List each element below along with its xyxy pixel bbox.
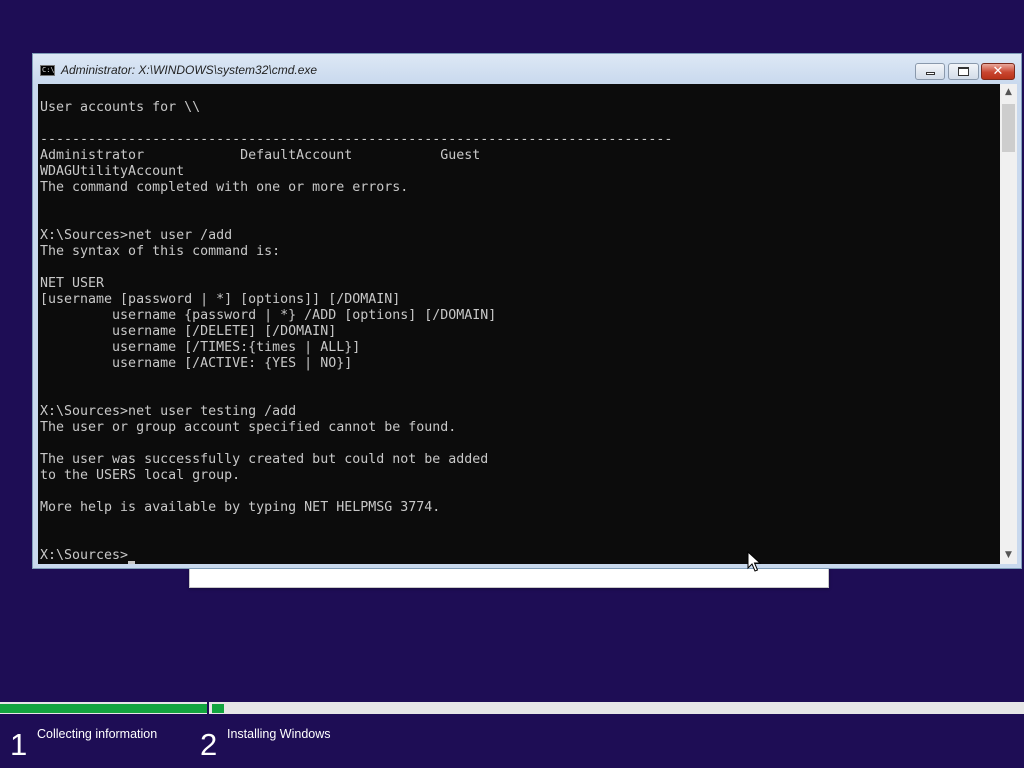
progress-step-2-fill [212, 704, 224, 713]
setup-progress-bar [0, 702, 1024, 714]
console-output: User accounts for \\ -------------------… [40, 100, 673, 563]
scroll-thumb[interactable] [1002, 104, 1015, 152]
scroll-down-icon[interactable]: ▼ [1000, 547, 1017, 564]
console-area[interactable]: User accounts for \\ -------------------… [38, 84, 1000, 564]
close-icon: ✕ [992, 64, 1004, 79]
step-number: 2 [200, 727, 218, 762]
step-label: Collecting information [37, 727, 158, 741]
scroll-up-icon[interactable]: ▲ [1000, 84, 1017, 101]
title-bar[interactable]: C:\ Administrator: X:\WINDOWS\system32\c… [33, 54, 1021, 84]
window-title: Administrator: X:\WINDOWS\system32\cmd.e… [61, 63, 318, 77]
mouse-pointer-icon [747, 551, 761, 572]
maximize-icon [958, 67, 969, 76]
close-button[interactable]: ✕ [981, 63, 1015, 80]
step-label: Installing Windows [227, 727, 331, 741]
cmd-icon: C:\ [40, 65, 55, 76]
step-number: 1 [10, 727, 28, 762]
progress-divider [207, 702, 209, 714]
cmd-window[interactable]: C:\ Administrator: X:\WINDOWS\system32\c… [32, 53, 1022, 569]
minimize-button[interactable] [915, 63, 945, 80]
vertical-scrollbar[interactable]: ▲ ▼ [1000, 84, 1017, 564]
maximize-button[interactable] [948, 63, 979, 80]
minimize-icon [925, 72, 935, 75]
progress-step-1-fill [0, 704, 207, 713]
text-cursor [128, 561, 135, 564]
